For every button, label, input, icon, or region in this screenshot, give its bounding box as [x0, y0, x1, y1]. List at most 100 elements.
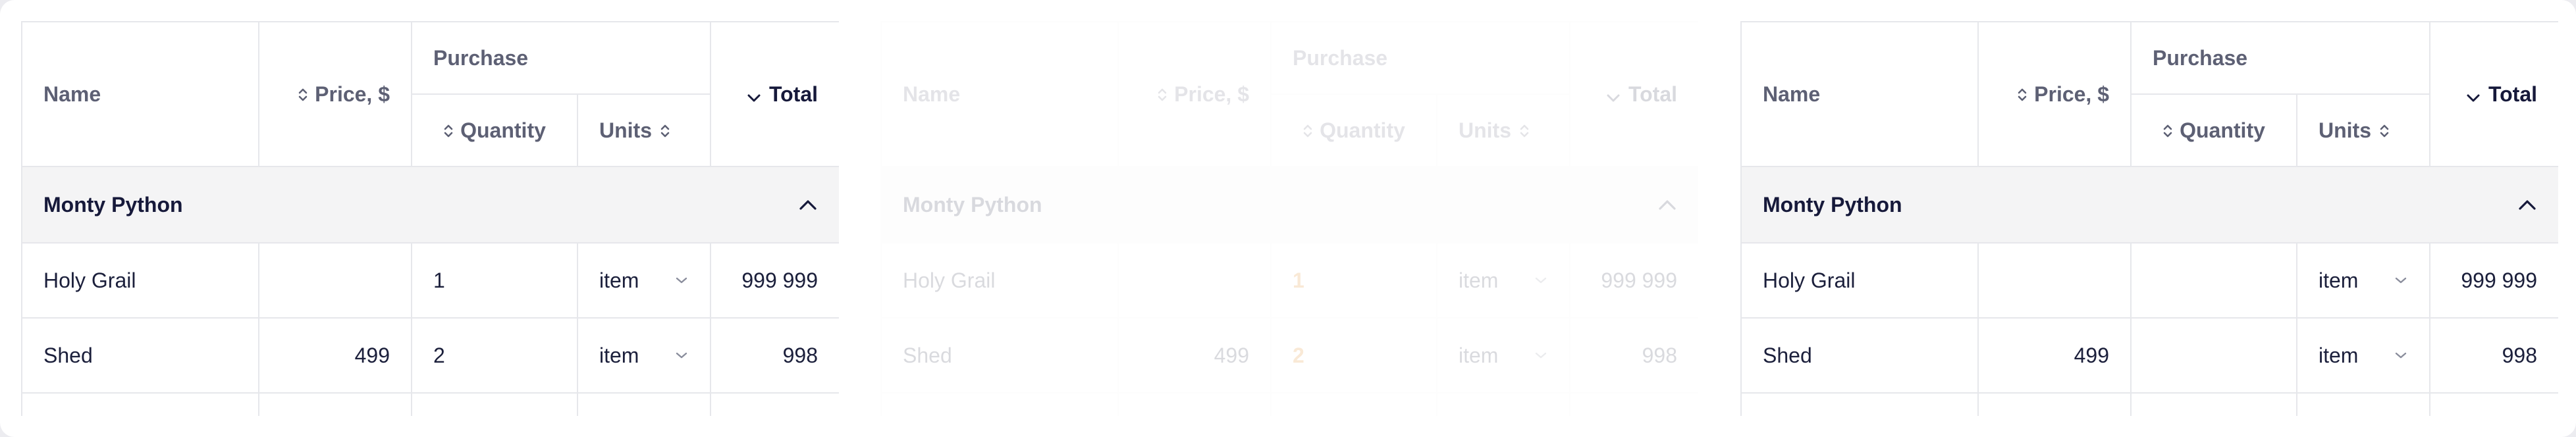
column-header-quantity[interactable]: Quantity — [411, 93, 578, 167]
column-header-price[interactable]: Price, $ — [1977, 21, 2132, 167]
cell-price — [258, 392, 412, 416]
table-row: Shed 499 2 item 998 — [21, 317, 839, 394]
cell-units — [576, 392, 712, 416]
table-row — [1740, 392, 2558, 416]
cell-units[interactable]: item — [576, 317, 712, 394]
cell-quantity[interactable]: 2 — [411, 317, 578, 394]
units-value: item — [2319, 268, 2359, 292]
column-header-total[interactable]: Total — [710, 21, 839, 167]
cell-price — [1117, 392, 1272, 416]
cell-units[interactable]: item — [1436, 317, 1571, 394]
group-label: Monty Python — [903, 192, 1042, 217]
column-header-price[interactable]: Price, $ — [1117, 21, 1272, 167]
column-header-units[interactable]: Units — [576, 93, 712, 167]
cell-name — [880, 392, 1119, 416]
cell-total — [710, 392, 839, 416]
cell-units[interactable]: item — [576, 242, 712, 319]
screenshot-canvas: Name Price, $ Purchase Total Quantity Un… — [0, 0, 2576, 437]
cell-price — [1117, 242, 1272, 319]
cell-price: 499 — [1977, 317, 2132, 394]
column-header-name[interactable]: Name — [21, 21, 259, 167]
units-value: item — [1459, 343, 1499, 367]
units-value: item — [2319, 343, 2359, 367]
sort-icon — [660, 124, 670, 137]
cell-name — [21, 392, 259, 416]
table-panel-faded: Name Price, $ Purchase Total Quantity Un… — [880, 21, 1698, 416]
cell-total: 999 999 — [1569, 242, 1698, 319]
table-row: Holy Grail 1 item 999 999 — [21, 242, 839, 319]
sort-icon — [444, 124, 453, 137]
table-row — [21, 392, 839, 416]
column-group-purchase: Purchase — [2130, 21, 2431, 95]
cell-name: Shed — [21, 317, 259, 394]
cell-quantity[interactable] — [2130, 242, 2297, 319]
cell-quantity[interactable]: 1 — [411, 242, 578, 319]
cell-total — [2429, 392, 2558, 416]
sort-icon — [298, 88, 308, 101]
chevron-down-icon[interactable] — [674, 351, 689, 360]
chevron-down-icon — [1607, 94, 1620, 101]
sort-icon — [2380, 124, 2389, 137]
cell-units[interactable]: item — [1436, 242, 1571, 319]
table-row: Holy Grail 1 item 999 999 — [880, 242, 1698, 319]
column-header-total[interactable]: Total — [2429, 21, 2558, 167]
cell-units[interactable]: item — [2295, 242, 2431, 319]
units-value: item — [1459, 268, 1499, 292]
units-value: item — [599, 268, 639, 292]
cell-quantity[interactable] — [2130, 317, 2297, 394]
chevron-up-icon[interactable] — [1657, 199, 1677, 211]
sort-icon — [1158, 88, 1167, 101]
chevron-down-icon[interactable] — [674, 276, 689, 285]
cell-price — [1977, 392, 2132, 416]
sort-icon — [1303, 124, 1312, 137]
column-header-units[interactable]: Units — [2295, 93, 2431, 167]
cell-name: Shed — [1740, 317, 1979, 394]
cell-price: 499 — [258, 317, 412, 394]
cell-quantity[interactable]: 2 — [1270, 317, 1437, 394]
data-table: Name Price, $ Purchase Total Quantity Un… — [1740, 21, 2558, 416]
cell-total — [1569, 392, 1698, 416]
cell-total: 999 999 — [710, 242, 839, 319]
cell-quantity[interactable]: 1 — [1270, 242, 1437, 319]
table-row: Holy Grail item 999 999 — [1740, 242, 2558, 319]
sort-icon — [2163, 124, 2172, 137]
table-panel-default: Name Price, $ Purchase Total Quantity Un… — [21, 21, 839, 416]
table-row — [880, 392, 1698, 416]
column-header-quantity[interactable]: Quantity — [2130, 93, 2297, 167]
column-header-name[interactable]: Name — [1740, 21, 1979, 167]
column-header-total[interactable]: Total — [1569, 21, 1698, 167]
group-row[interactable]: Monty Python — [1740, 166, 2558, 244]
group-label: Monty Python — [43, 192, 183, 217]
cell-name: Holy Grail — [21, 242, 259, 319]
cell-quantity — [2130, 392, 2297, 416]
table-row: Shed 499 2 item 998 — [880, 317, 1698, 394]
column-group-purchase: Purchase — [1270, 21, 1571, 95]
group-row[interactable]: Monty Python — [21, 166, 839, 244]
cell-total: 998 — [710, 317, 839, 394]
sort-icon — [2018, 88, 2027, 101]
column-header-name[interactable]: Name — [880, 21, 1119, 167]
cell-price — [258, 242, 412, 319]
cell-price: 499 — [1117, 317, 1272, 394]
chevron-down-icon[interactable] — [1534, 276, 1548, 285]
chevron-up-icon[interactable] — [2517, 199, 2537, 211]
chevron-down-icon[interactable] — [2394, 351, 2408, 360]
data-table: Name Price, $ Purchase Total Quantity Un… — [880, 21, 1698, 416]
column-header-price[interactable]: Price, $ — [258, 21, 412, 167]
column-header-units[interactable]: Units — [1436, 93, 1571, 167]
cell-units — [2295, 392, 2431, 416]
cell-units — [1436, 392, 1571, 416]
cell-units[interactable]: item — [2295, 317, 2431, 394]
cell-name — [1740, 392, 1979, 416]
chevron-down-icon[interactable] — [1534, 351, 1548, 360]
group-row[interactable]: Monty Python — [880, 166, 1698, 244]
chevron-up-icon[interactable] — [798, 199, 818, 211]
cell-total: 998 — [2429, 317, 2558, 394]
cell-quantity — [411, 392, 578, 416]
chevron-down-icon[interactable] — [2394, 276, 2408, 285]
units-value: item — [599, 343, 639, 367]
cell-name: Shed — [880, 317, 1119, 394]
cell-name: Holy Grail — [1740, 242, 1979, 319]
column-header-quantity[interactable]: Quantity — [1270, 93, 1437, 167]
cell-total: 998 — [1569, 317, 1698, 394]
